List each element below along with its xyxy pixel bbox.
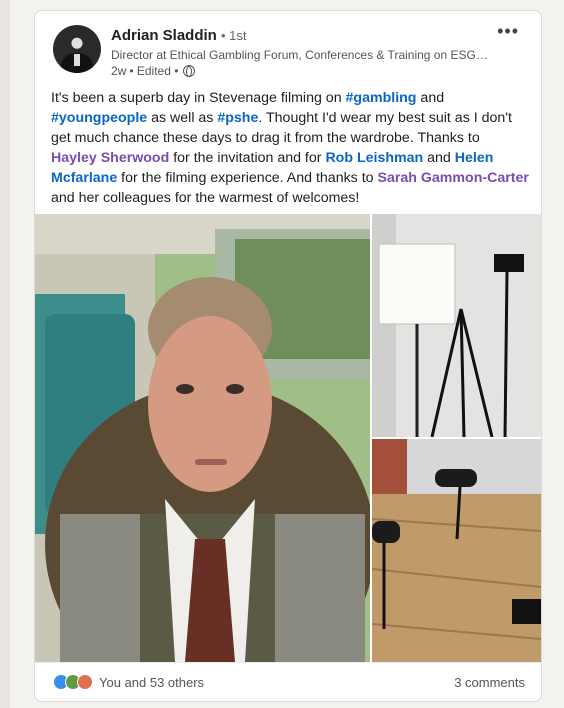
softbox-illustration [372, 214, 541, 437]
selfie-illustration [35, 214, 370, 662]
social-footer: You and 53 others 3 comments [35, 662, 541, 701]
photo-microphones[interactable] [372, 439, 541, 662]
post-text-part: and [416, 90, 445, 106]
author-headline: Director at Ethical Gambling Forum, Conf… [111, 48, 491, 62]
reactions-summary[interactable]: You and 53 others [53, 674, 204, 690]
comments-count[interactable]: 3 comments [454, 675, 525, 690]
more-options-button[interactable]: ••• [497, 21, 519, 42]
hashtag-gambling[interactable]: #gambling [346, 90, 417, 106]
edited-label: • Edited • [129, 64, 179, 78]
globe-icon [183, 65, 196, 77]
author-name[interactable]: Adrian Sladdin [111, 27, 217, 44]
microphones-illustration [372, 439, 541, 662]
mention-sarah-gammon-carter[interactable]: Sarah Gammon-Carter [378, 170, 529, 186]
feed-post-card: Adrian Sladdin • 1st Director at Ethical… [34, 10, 542, 702]
post-text-part: for the invitation and for [169, 150, 326, 166]
post-media-grid [35, 214, 541, 662]
post-time: 2w [111, 64, 127, 78]
post-text-part: as well as [147, 110, 218, 126]
post-meta: 2w • Edited • [111, 64, 196, 78]
photo-softbox-light[interactable] [372, 214, 541, 437]
post-text-part: and [423, 150, 455, 166]
post-text-part: for the filming experience. And thanks t… [117, 170, 378, 186]
hashtag-youngpeople[interactable]: #youngpeople [51, 110, 147, 126]
hashtag-pshe[interactable]: #pshe [217, 110, 258, 126]
post-text: It's been a superb day in Stevenage film… [51, 88, 529, 208]
mention-hayley-sherwood[interactable]: Hayley Sherwood [51, 150, 169, 166]
post-text-part: and her colleagues for the warmest of we… [51, 190, 360, 206]
post-text-part: It's been a superb day in Stevenage film… [51, 90, 346, 106]
connection-degree: • 1st [221, 28, 247, 43]
page-left-rail [0, 0, 10, 708]
photo-selfie-on-bus[interactable] [35, 214, 370, 662]
reaction-count[interactable]: You and 53 others [99, 675, 204, 690]
author-name-row: Adrian Sladdin • 1st [111, 27, 247, 44]
post-header: Adrian Sladdin • 1st Director at Ethical… [35, 11, 541, 81]
love-reaction-icon [77, 674, 93, 690]
avatar-shirt [74, 54, 80, 66]
mention-rob-leishman[interactable]: Rob Leishman [325, 150, 423, 166]
author-avatar[interactable] [53, 25, 101, 73]
